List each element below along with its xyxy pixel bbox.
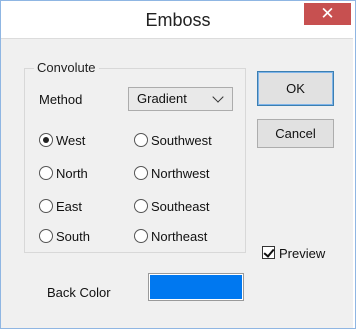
radio-label: West [56, 133, 86, 148]
back-color-label: Back Color [47, 285, 111, 300]
radio-circle [39, 133, 53, 147]
radio-circle [39, 166, 53, 180]
back-color-swatch[interactable] [148, 273, 244, 301]
radio-label: East [56, 199, 83, 214]
preview-label: Preview [279, 246, 326, 261]
radio-circle [134, 133, 148, 147]
radio-circle [134, 229, 148, 243]
cancel-button[interactable]: Cancel [257, 119, 334, 148]
radio-label: Southwest [151, 133, 212, 148]
method-select-value: Gradient [137, 91, 187, 106]
radio-label: South [56, 229, 90, 244]
checkmark-icon [263, 246, 275, 258]
radio-circle [134, 166, 148, 180]
title-bar[interactable]: Emboss ✕ [1, 1, 355, 39]
radio-label: Southeast [151, 199, 210, 214]
close-button[interactable]: ✕ [304, 3, 351, 25]
chevron-down-icon [212, 91, 224, 103]
radio-circle [39, 199, 53, 213]
convolute-group-title: Convolute [34, 60, 99, 75]
dialog-title: Emboss [145, 10, 211, 30]
checkbox-box [262, 246, 275, 259]
close-icon: ✕ [320, 4, 335, 23]
radio-label: Northwest [151, 166, 210, 181]
ok-button[interactable]: OK [257, 71, 334, 106]
method-label: Method [39, 92, 83, 107]
radio-circle [39, 229, 53, 243]
method-select[interactable]: Gradient [128, 87, 233, 111]
radio-circle [134, 199, 148, 213]
radio-label: Northeast [151, 229, 208, 244]
radio-selected-dot [43, 137, 49, 143]
radio-label: North [56, 166, 88, 181]
